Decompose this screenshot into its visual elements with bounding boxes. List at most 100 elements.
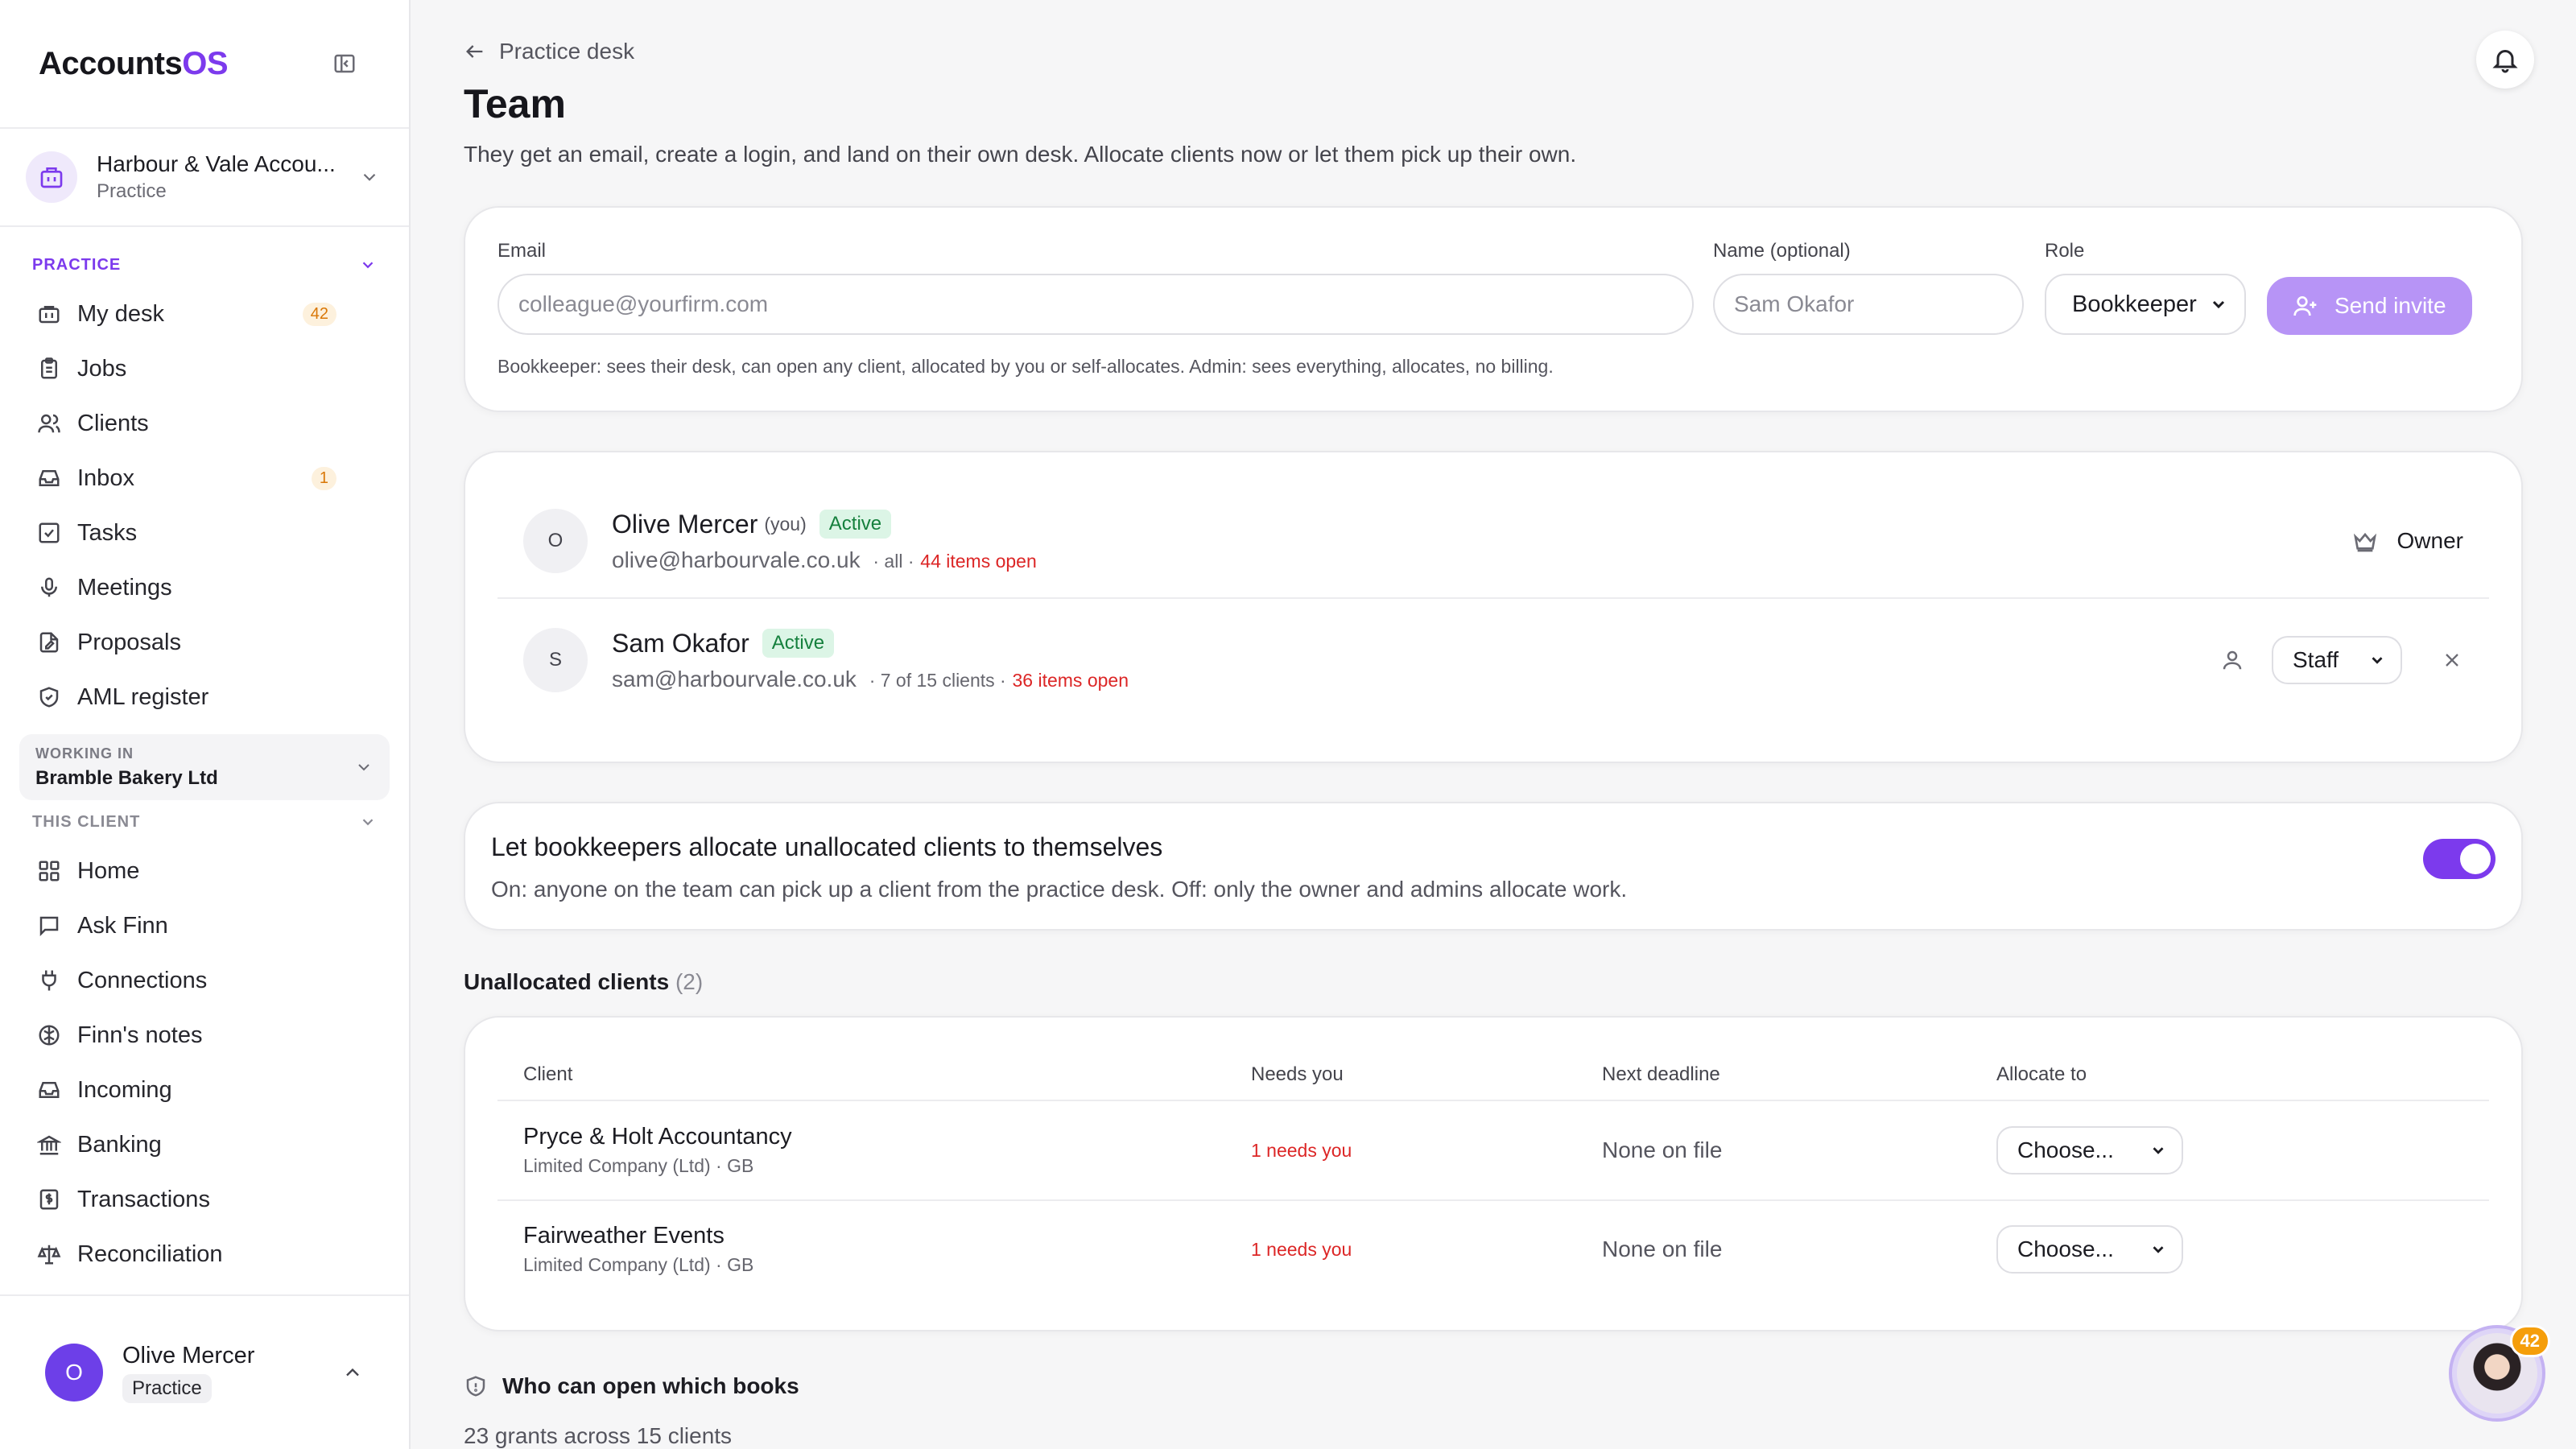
member-email: sam@harbourvale.co.uk	[612, 666, 857, 691]
member-role-select[interactable]: Staff	[2272, 636, 2402, 684]
org-name: Harbour & Vale Accou...	[97, 151, 336, 176]
building-icon	[26, 151, 77, 203]
email-label: Email	[497, 240, 547, 262]
team-member-row: O Olive Mercer (you) Active olive@harbou…	[497, 485, 2489, 597]
sidebar-item-ask-finn[interactable]: Ask Finn	[0, 898, 409, 953]
user-plus-icon	[2293, 296, 2317, 316]
main-content: Practice desk Team They get an email, cr…	[411, 0, 2576, 1449]
sidebar-item-aml-register[interactable]: AML register	[0, 670, 409, 724]
next-deadline: None on file	[1602, 1236, 1723, 1261]
chevron-down-icon	[2372, 657, 2383, 664]
sidebar-item-jobs[interactable]: Jobs	[0, 341, 409, 396]
sidebar-item-banking[interactable]: Banking	[0, 1117, 409, 1172]
avatar: S	[523, 628, 588, 692]
page-subtitle: They get an email, create a login, and l…	[464, 142, 1577, 167]
table-row[interactable]: Pryce & Holt Accountancy Limited Company…	[497, 1101, 2489, 1199]
you-tag: (you)	[764, 513, 807, 535]
assistant-badge: 42	[2509, 1325, 2550, 1357]
org-switcher[interactable]: Harbour & Vale Accou... Practice	[0, 129, 409, 227]
working-in-value: Bramble Bakery Ltd	[35, 766, 218, 789]
sidebar-item-meetings[interactable]: Meetings	[0, 560, 409, 615]
member-scope: · 7 of 15 clients ·	[869, 669, 1006, 691]
user-menu[interactable]: O Olive Mercer Practice	[0, 1294, 409, 1449]
tray-icon	[35, 1076, 63, 1104]
self-allocate-card: Let bookkeepers allocate unallocated cli…	[464, 802, 2523, 931]
sidebar-item-incoming[interactable]: Incoming	[0, 1063, 409, 1117]
unallocated-table: Client Needs you Next deadline Allocate …	[464, 1016, 2523, 1331]
brain-icon	[35, 1022, 63, 1049]
needs-you: 1 needs you	[1251, 1238, 1352, 1260]
chevron-down-icon	[363, 173, 376, 181]
grid-icon	[35, 857, 63, 885]
chevron-up-icon	[346, 1368, 359, 1377]
sidebar-item-transactions[interactable]: Transactions	[0, 1172, 409, 1227]
inbox-icon	[35, 464, 63, 492]
shield-icon	[466, 1376, 485, 1397]
practice-section-toggle[interactable]: PRACTICE	[0, 243, 409, 287]
app-logo[interactable]: AccountsOS	[39, 46, 229, 82]
back-link[interactable]: Practice desk	[464, 39, 2523, 64]
page-title: Team	[464, 81, 566, 126]
user-icon[interactable]	[2220, 648, 2244, 672]
team-member-row: S Sam Okafor Active sam@harbourvale.co.u…	[497, 597, 2489, 721]
chevron-down-icon	[2153, 1147, 2164, 1154]
users-icon	[35, 410, 63, 437]
arrow-left-icon	[466, 45, 483, 58]
collapse-sidebar-icon[interactable]	[328, 47, 361, 80]
client-name[interactable]: Pryce & Holt Accountancy	[523, 1124, 1251, 1150]
chevron-down-icon	[2212, 300, 2225, 309]
role-select[interactable]: Bookkeeper	[2045, 274, 2246, 335]
assistant-launcher[interactable]: 42	[2449, 1325, 2550, 1422]
shield-check-icon	[35, 683, 63, 711]
sidebar-item-proposals[interactable]: Proposals	[0, 615, 409, 670]
email-field[interactable]: colleague@yourfirm.com	[497, 274, 1694, 335]
sidebar-item-clients[interactable]: Clients	[0, 396, 409, 451]
working-in-switcher[interactable]: WORKING IN Bramble Bakery Ltd	[19, 734, 390, 800]
chat-icon	[35, 912, 63, 939]
sidebar-item-reconciliation[interactable]: Reconciliation	[0, 1227, 409, 1282]
books-access-heading: Who can open which books	[464, 1373, 2523, 1399]
receipt-icon	[35, 1186, 63, 1213]
table-header: Client Needs you Next deadline Allocate …	[497, 1050, 2489, 1101]
this-client-section-toggle[interactable]: THIS CLIENT	[0, 800, 409, 844]
needs-you: 1 needs you	[1251, 1139, 1352, 1161]
sidebar-item-tasks[interactable]: Tasks	[0, 506, 409, 560]
column-header: Client	[523, 1063, 573, 1085]
member-name: Olive Mercer	[612, 509, 758, 539]
notifications-button[interactable]	[2476, 31, 2534, 89]
sidebar-header: AccountsOS	[0, 0, 409, 129]
remove-member-icon[interactable]	[2441, 649, 2463, 671]
member-role: Owner	[2396, 528, 2463, 553]
microphone-icon	[35, 574, 63, 601]
sidebar-item-my-desk[interactable]: My desk 42	[0, 287, 409, 341]
name-field[interactable]: Sam Okafor	[1713, 274, 2024, 335]
member-open-items: 44 items open	[920, 550, 1037, 572]
bell-icon	[2492, 50, 2518, 73]
allocate-select[interactable]: Choose...	[1996, 1225, 2183, 1274]
user-role-tag: Practice	[122, 1373, 212, 1403]
avatar: O	[45, 1344, 103, 1402]
status-badge: Active	[819, 510, 892, 539]
table-row[interactable]: Fairweather Events Limited Company (Ltd)…	[497, 1199, 2489, 1298]
client-name[interactable]: Fairweather Events	[523, 1223, 1251, 1249]
allocate-select[interactable]: Choose...	[1996, 1126, 2183, 1174]
status-badge: Active	[762, 629, 835, 658]
next-deadline: None on file	[1602, 1137, 1723, 1162]
send-invite-button[interactable]: Send invite	[2267, 277, 2472, 335]
self-allocate-description: On: anyone on the team can pick up a cli…	[491, 877, 1628, 902]
inbox-badge: 1	[311, 466, 336, 490]
bank-icon	[35, 1131, 63, 1158]
document-edit-icon	[35, 629, 63, 656]
working-in-label: WORKING IN	[35, 745, 134, 762]
member-open-items: 36 items open	[1012, 669, 1129, 691]
sidebar-item-home[interactable]: Home	[0, 844, 409, 898]
sidebar-item-inbox[interactable]: Inbox 1	[0, 451, 409, 506]
sidebar-item-connections[interactable]: Connections	[0, 953, 409, 1008]
my-desk-badge: 42	[302, 302, 336, 326]
chevron-down-icon	[2153, 1246, 2164, 1253]
role-label: Role	[2045, 240, 2085, 262]
briefcase-icon	[35, 300, 63, 328]
self-allocate-toggle[interactable]	[2423, 839, 2496, 879]
column-header: Allocate to	[1996, 1063, 2087, 1085]
sidebar-item-finns-notes[interactable]: Finn's notes	[0, 1008, 409, 1063]
